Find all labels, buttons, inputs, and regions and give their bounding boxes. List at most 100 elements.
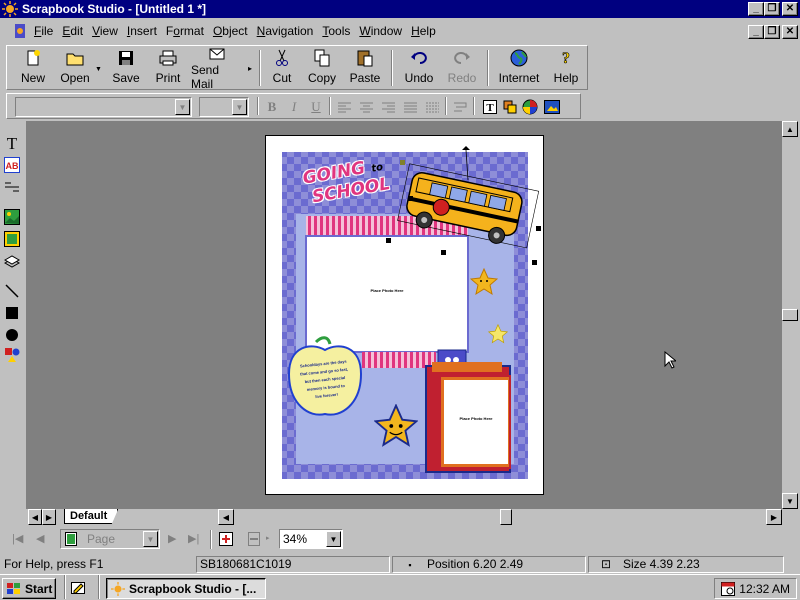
menu-file[interactable]: File [31,24,56,38]
tab-scroll-right-icon[interactable]: ▶ [42,509,56,525]
justify-icon[interactable] [401,98,419,116]
menu-navigation[interactable]: Navigation [254,24,317,38]
start-button[interactable]: Start [2,578,56,599]
page-options-arrow-icon[interactable]: ▸ [266,534,270,542]
chevron-down-icon[interactable]: ▼ [326,531,341,547]
scroll-down-icon[interactable]: ▼ [782,493,798,509]
ellipse-tool-icon[interactable] [3,326,21,344]
internet-button[interactable]: Internet [497,48,541,88]
toolbar-more-arrow-icon[interactable]: ▸ [248,64,252,73]
scrapbook-page[interactable]: GOING to SCHOOL Place Photo Here Schoold… [265,135,544,495]
image-tool-icon[interactable] [3,208,21,226]
photo-placeholder-2[interactable] [444,380,508,464]
menu-insert[interactable]: Insert [124,24,160,38]
align-left-icon[interactable] [335,98,353,116]
word-art-tool-icon[interactable]: AB [3,156,21,174]
window-title: Scrapbook Studio - [Untitled 1 *] [22,2,207,16]
svg-text:T: T [486,102,494,114]
italic-button[interactable]: I [285,98,303,116]
star-clipart-1[interactable] [470,268,498,296]
new-label: New [20,71,45,85]
horizontal-scroll-thumb[interactable] [500,509,512,525]
scroll-up-icon[interactable]: ▲ [782,121,798,137]
align-center-icon[interactable] [357,98,375,116]
text-wrap-icon[interactable] [451,98,469,116]
delete-page-icon[interactable] [246,531,262,547]
scroll-right-icon[interactable]: ▶ [766,509,782,525]
previous-page-icon[interactable]: ◀ [36,532,44,545]
underline-button[interactable]: U [307,98,325,116]
picture-frame-icon[interactable] [543,98,561,116]
menu-view[interactable]: View [89,24,121,38]
document-workspace[interactable]: GOING to SCHOOL Place Photo Here Schoold… [26,121,782,509]
toolbar-separator [473,97,475,115]
open-dropdown-arrow-icon[interactable]: ▼ [95,66,102,73]
scroll-thumb[interactable] [782,309,798,321]
school-bus-clipart[interactable] [384,146,544,266]
photo-frame-tool-icon[interactable] [3,230,21,248]
menu-edit[interactable]: Edit [59,24,86,38]
toolbar-separator [210,530,212,549]
chevron-down-icon[interactable]: ▼ [143,531,158,547]
redo-button[interactable]: Redo [445,48,479,88]
tab-scroll-left-icon[interactable]: ◀ [28,509,42,525]
copy-button[interactable]: Copy [305,48,339,88]
last-page-icon[interactable]: ▶| [188,532,199,545]
menu-window[interactable]: Window [356,24,405,38]
caption-tool-icon[interactable] [3,178,21,196]
cut-button[interactable]: Cut [267,48,297,88]
help-button[interactable]: ? Help [549,48,583,88]
vertical-scrollbar[interactable]: ▲ ▼ [782,121,798,509]
open-button[interactable]: Open [57,48,93,88]
align-right-icon[interactable] [379,98,397,116]
doc-close-button[interactable]: ✕ [782,25,798,39]
menu-format[interactable]: Format [163,24,207,38]
star-clipart-3[interactable] [374,404,418,448]
clock[interactable]: 12:32 AM [739,582,790,596]
star-clipart-2[interactable] [488,324,508,344]
document-icon[interactable] [12,23,28,39]
bold-button[interactable]: B [263,98,281,116]
line-tool-icon[interactable] [3,282,21,300]
doc-minimize-button[interactable]: _ [748,25,764,39]
menu-help[interactable]: Help [408,24,439,38]
rectangle-tool-icon[interactable] [3,304,21,322]
text-box-icon[interactable]: T [481,98,499,116]
menu-object[interactable]: Object [210,24,251,38]
scroll-left-icon[interactable]: ◀ [218,509,234,525]
next-page-icon[interactable]: ▶ [168,532,176,545]
photo-1-caption: Place Photo Here [370,288,404,293]
object-layers-icon[interactable] [501,98,519,116]
font-combobox[interactable]: ▼ [15,97,192,117]
quick-launch-icon[interactable] [70,580,88,596]
undo-button[interactable]: Undo [401,48,437,88]
page-combobox[interactable]: Page ▼ [60,529,160,549]
distribute-icon[interactable] [423,98,441,116]
send-mail-button[interactable]: Send Mail [191,48,243,91]
chevron-down-icon[interactable]: ▼ [232,99,247,115]
zoom-combobox[interactable]: 34% ▼ [279,529,343,549]
stack-tool-icon[interactable] [3,252,21,270]
minimize-button[interactable]: _ [748,2,764,16]
color-wheel-icon[interactable] [521,98,539,116]
new-button[interactable]: New [15,48,51,88]
save-button[interactable]: Save [109,48,143,88]
svg-text:?: ? [562,50,570,67]
doc-restore-button[interactable]: ❐ [764,25,780,39]
book-clipart[interactable] [424,344,516,476]
scheduler-icon[interactable] [721,582,735,596]
app-window: Scrapbook Studio - [Untitled 1 *] _ ❐ ✕ … [0,0,800,600]
shapes-tool-icon[interactable] [3,346,21,364]
close-button[interactable]: ✕ [782,2,798,16]
first-page-icon[interactable]: |◀ [12,532,23,545]
chevron-down-icon[interactable]: ▼ [175,99,190,115]
add-page-icon[interactable] [218,531,234,547]
tab-default[interactable]: Default [64,509,119,524]
menu-tools[interactable]: Tools [319,24,353,38]
font-size-combobox[interactable]: ▼ [199,97,249,117]
text-tool-icon[interactable]: T [3,134,21,152]
taskbar-item-scrapbook-studio[interactable]: Scrapbook Studio - [... [106,578,266,599]
print-button[interactable]: Print [151,48,185,88]
restore-button[interactable]: ❐ [764,2,780,16]
paste-button[interactable]: Paste [347,48,383,88]
